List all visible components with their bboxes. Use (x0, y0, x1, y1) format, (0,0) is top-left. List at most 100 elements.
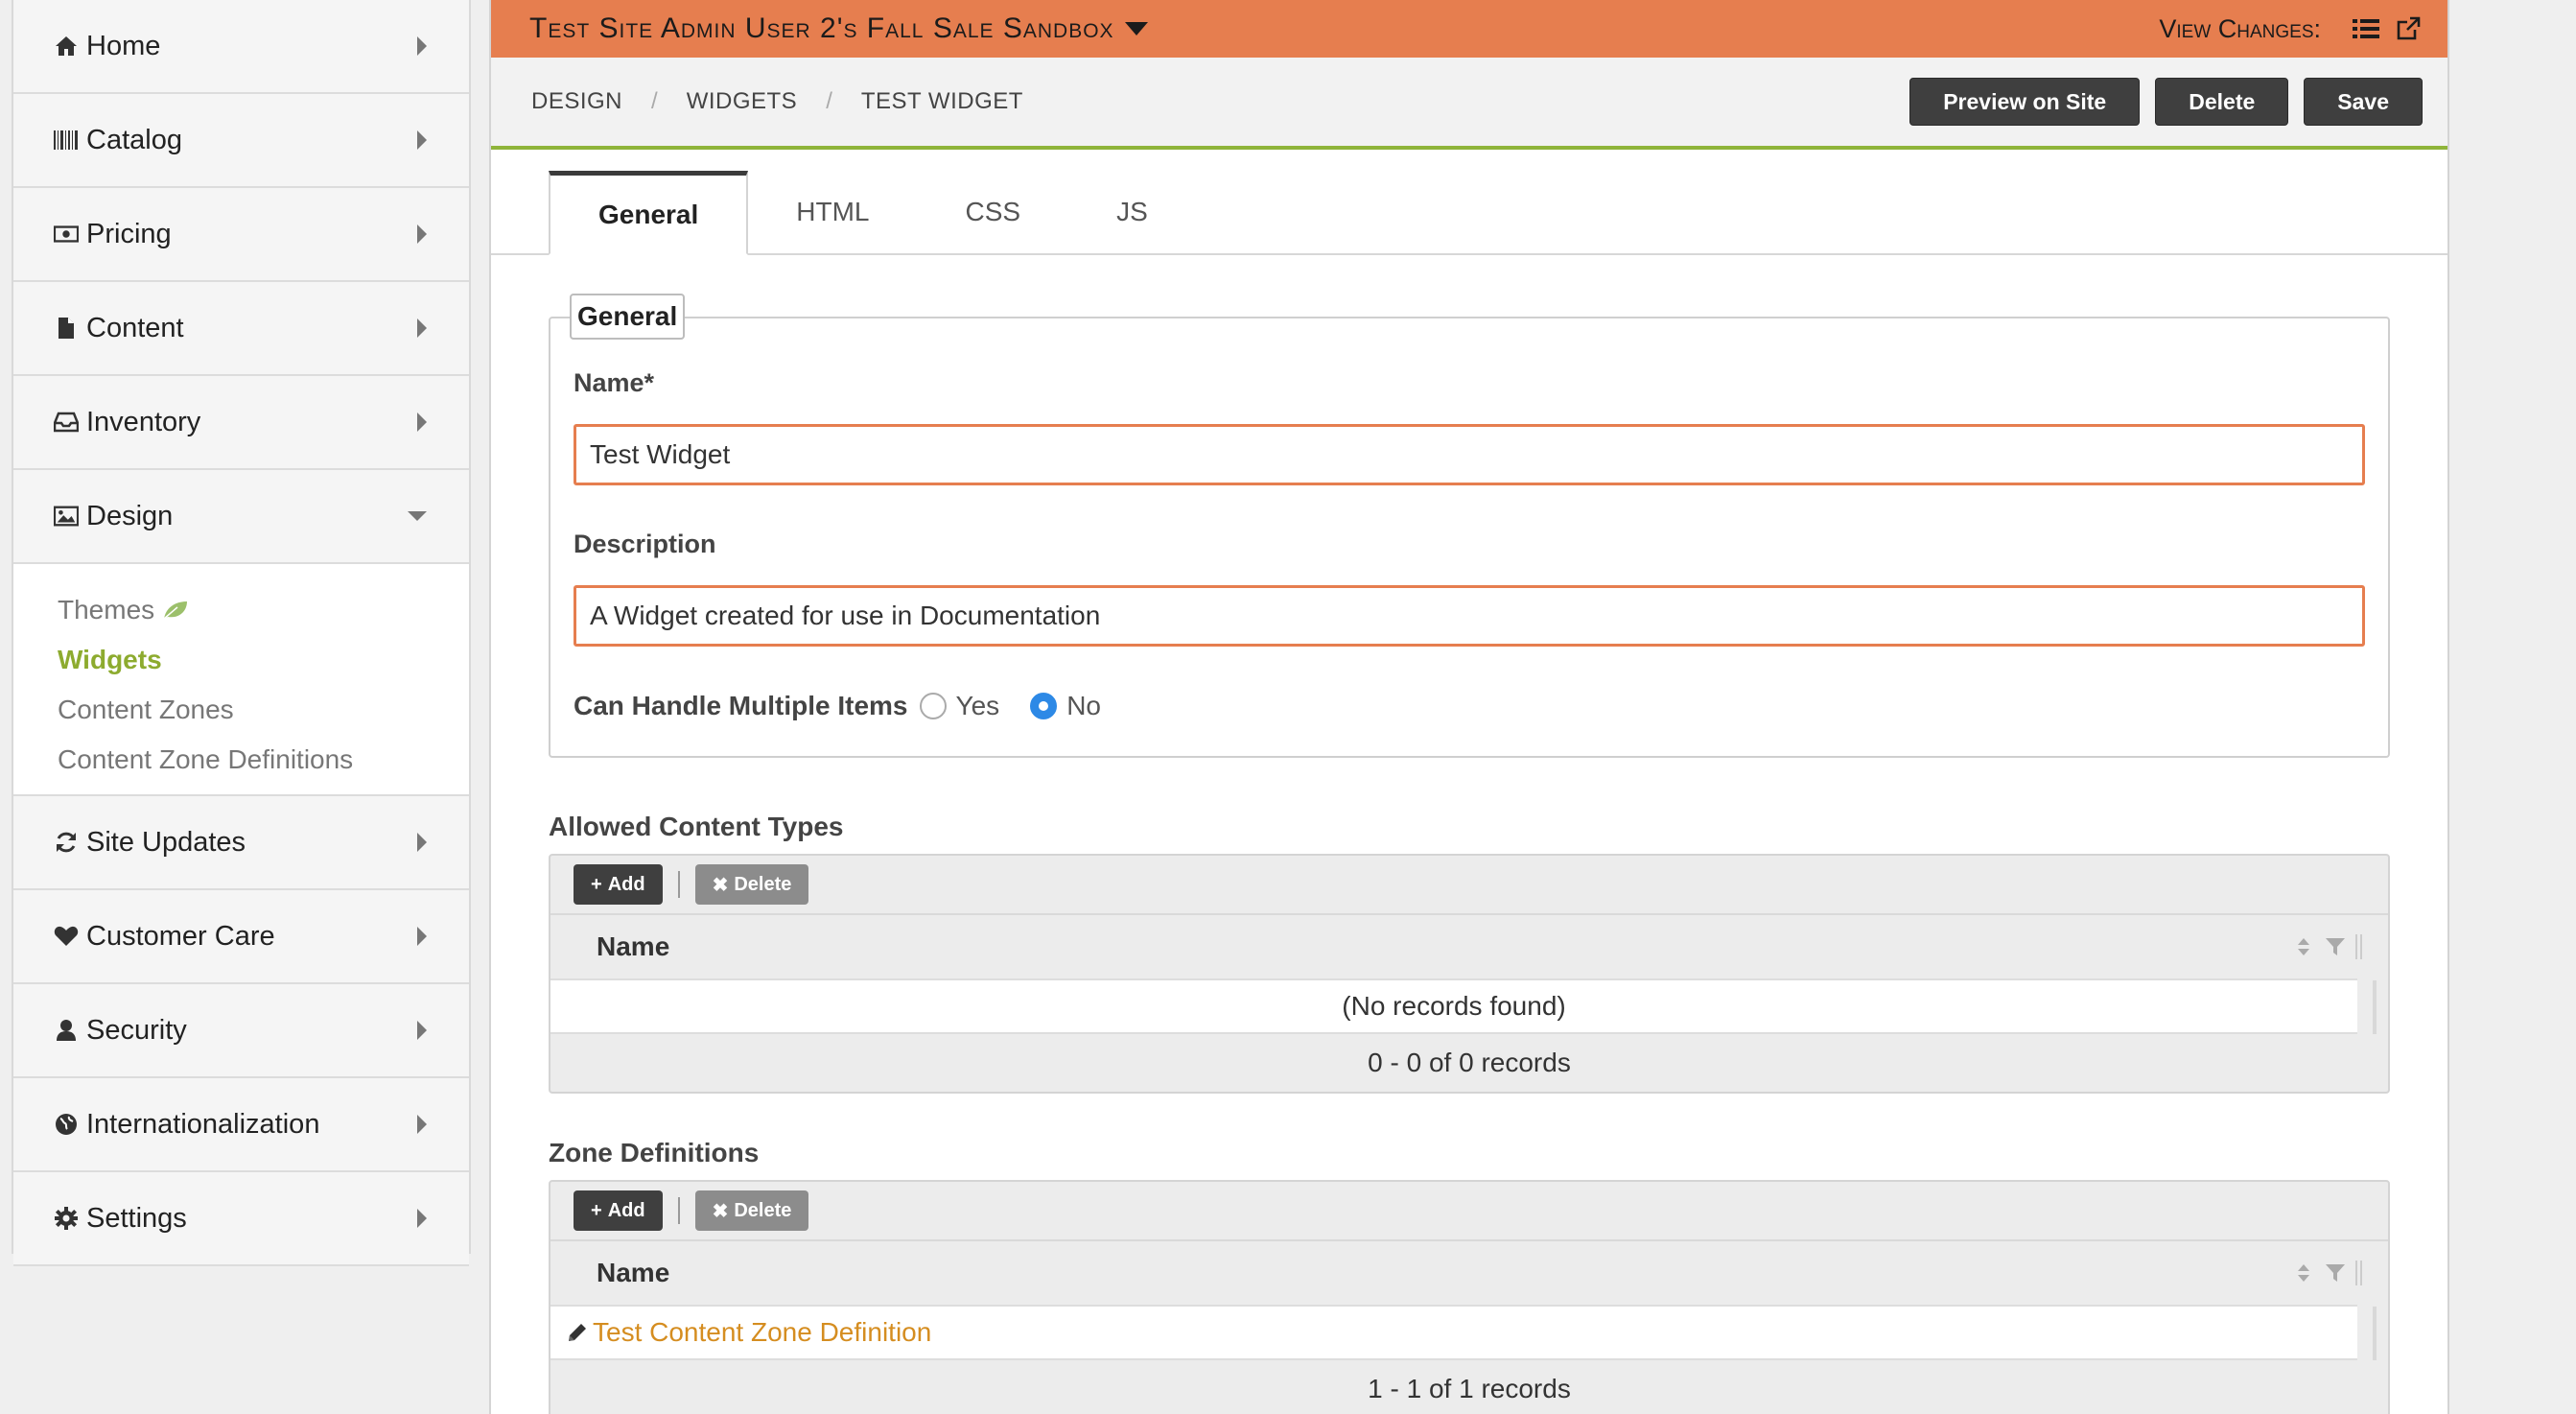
delete-button[interactable]: ✖ Delete (694, 1190, 809, 1231)
sidebar-item-label: Catalog (86, 124, 182, 155)
sidebar-item-site-updates[interactable]: Site Updates (13, 796, 469, 890)
sidebar-item-label: Home (86, 30, 161, 61)
delete-button[interactable]: ✖ Delete (694, 864, 809, 905)
grid-pager-info: 1 - 1 of 1 records (1368, 1374, 1571, 1403)
no-records-text: (No records found) (1342, 991, 1566, 1021)
column-header-name[interactable]: Name (597, 931, 669, 962)
sidebar-item-label: Design (86, 500, 174, 531)
chevron-right-icon (417, 833, 427, 852)
pencil-icon[interactable] (566, 1321, 589, 1344)
sidebar-item-settings[interactable]: Settings (13, 1172, 469, 1266)
plus-icon: + (591, 873, 602, 895)
allowed-content-types-grid: + Add ✖ Delete Name (No records found) 0 -… (549, 854, 2390, 1094)
tab-html[interactable]: HTML (748, 171, 917, 253)
column-header-icons (2296, 1261, 2363, 1285)
sort-icon[interactable] (2296, 1261, 2311, 1284)
sidebar-item-label: Content (86, 312, 184, 343)
design-subnav: Themes Widgets Content Zones Content Zon… (13, 564, 469, 796)
sidebar-item-internationalization[interactable]: Internationalization (13, 1078, 469, 1172)
multiple-items-row: Can Handle Multiple Items Yes No (574, 691, 1132, 721)
column-header-icons (2296, 934, 2363, 959)
breadcrumb: DESIGN / WIDGETS / TEST WIDGET (531, 88, 1023, 115)
zone-definition-link[interactable]: Test Content Zone Definition (593, 1317, 931, 1348)
tab-css[interactable]: CSS (918, 171, 1069, 253)
subnav-item-widgets[interactable]: Widgets (58, 635, 469, 685)
radio-yes[interactable] (919, 693, 947, 719)
name-label: Name* (574, 368, 655, 397)
breadcrumb-design[interactable]: DESIGN (531, 88, 622, 115)
radio-no[interactable] (1030, 693, 1058, 719)
gear-icon (54, 1206, 79, 1231)
sidebar-item-security[interactable]: Security (13, 984, 469, 1078)
sort-icon[interactable] (2296, 935, 2311, 958)
list-icon[interactable] (2352, 14, 2380, 43)
tab-js[interactable]: JS (1068, 171, 1196, 253)
delete-button[interactable]: Delete (2155, 78, 2289, 126)
breadcrumb-bar: DESIGN / WIDGETS / TEST WIDGET Preview o… (491, 58, 2447, 150)
subnav-item-content-zones[interactable]: Content Zones (58, 685, 469, 735)
tab-general[interactable]: General (549, 171, 749, 255)
radio-no-label[interactable]: No (1066, 691, 1101, 721)
scrollbar[interactable] (2373, 980, 2377, 1034)
site-selector[interactable]: Test Site Admin User 2's Fall Sale Sandb… (529, 12, 1149, 45)
chevron-down-icon (408, 511, 427, 521)
leaf-icon (163, 601, 188, 620)
save-button[interactable]: Save (2304, 78, 2423, 126)
close-icon: ✖ (712, 874, 729, 896)
filter-icon[interactable] (2325, 1262, 2346, 1284)
table-row[interactable]: Test Content Zone Definition (550, 1305, 2357, 1360)
sidebar-item-catalog[interactable]: Catalog (13, 94, 469, 188)
description-input[interactable] (574, 585, 2365, 647)
general-fieldset: General Name* Description Can Handle Mul… (549, 294, 2390, 758)
main-panel: Test Site Admin User 2's Fall Sale Sandb… (489, 0, 2449, 1414)
sidebar-item-label: Pricing (86, 218, 172, 249)
description-label: Description (574, 530, 716, 558)
heart-icon (54, 924, 79, 949)
sidebar-item-label: Customer Care (86, 920, 275, 952)
toolbar-divider (677, 871, 680, 898)
sidebar-item-label: Inventory (86, 406, 201, 437)
chevron-right-icon (417, 412, 427, 432)
barcode-icon (54, 128, 79, 153)
subnav-item-themes[interactable]: Themes (58, 585, 469, 635)
grid-header: Name (550, 915, 2388, 978)
close-icon: ✖ (712, 1200, 729, 1222)
column-resize-handle[interactable] (2355, 1261, 2363, 1285)
chevron-right-icon (417, 1021, 427, 1040)
filter-icon[interactable] (2325, 936, 2346, 957)
refresh-icon (54, 830, 79, 855)
external-link-icon[interactable] (2394, 14, 2423, 43)
sidebar-item-inventory[interactable]: Inventory (13, 376, 469, 470)
top-bar: Test Site Admin User 2's Fall Sale Sandb… (491, 0, 2447, 58)
tab-bar: General HTML CSS JS (491, 150, 2447, 255)
add-button[interactable]: + Add (574, 1190, 663, 1231)
money-icon (54, 222, 79, 247)
view-changes-label: View Changes: (2159, 13, 2321, 43)
zone-definitions-title: Zone Definitions (549, 1138, 760, 1167)
column-resize-handle[interactable] (2355, 934, 2363, 959)
grid-toolbar: + Add ✖ Delete (550, 1182, 2388, 1241)
sidebar-item-label: Site Updates (86, 826, 246, 858)
subnav-item-content-zone-definitions[interactable]: Content Zone Definitions (58, 735, 469, 785)
breadcrumb-current: TEST WIDGET (860, 88, 1023, 114)
breadcrumb-widgets[interactable]: WIDGETS (687, 88, 798, 115)
sidebar-item-content[interactable]: Content (13, 282, 469, 376)
sidebar-item-label: Settings (86, 1202, 187, 1234)
column-header-name[interactable]: Name (597, 1258, 669, 1288)
breadcrumb-separator: / (651, 88, 658, 114)
radio-yes-label[interactable]: Yes (956, 691, 1000, 721)
toolbar-divider (677, 1197, 680, 1224)
scrollbar[interactable] (2373, 1307, 2377, 1360)
delete-label: Delete (734, 873, 792, 895)
sidebar-item-home[interactable]: Home (13, 0, 469, 94)
delete-label: Delete (734, 1199, 792, 1221)
name-input[interactable] (574, 424, 2365, 485)
sidebar-item-design[interactable]: Design (13, 470, 469, 564)
sidebar-item-customer-care[interactable]: Customer Care (13, 890, 469, 984)
user-icon (54, 1018, 79, 1043)
sidebar-item-pricing[interactable]: Pricing (13, 188, 469, 282)
grid-pager-info: 0 - 0 of 0 records (1368, 1048, 1571, 1077)
add-button[interactable]: + Add (574, 864, 663, 905)
preview-on-site-button[interactable]: Preview on Site (1909, 78, 2141, 126)
add-label: Add (607, 873, 645, 895)
